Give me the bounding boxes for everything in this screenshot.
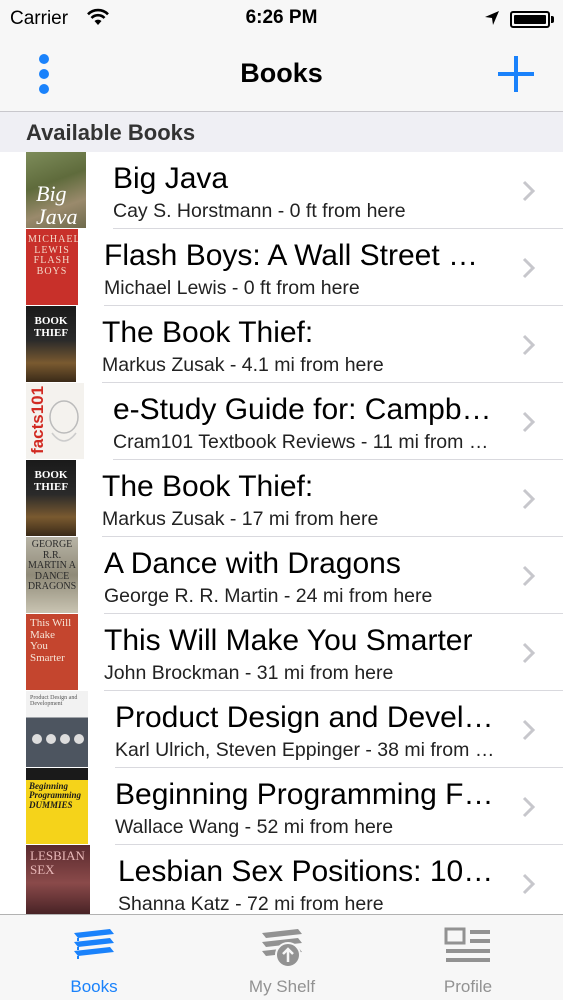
battery-tip — [551, 16, 554, 23]
tab-profile-label: Profile — [443, 977, 493, 996]
battery-icon — [510, 11, 550, 28]
cover-text: GEORGE R.R. MARTIN A DANCE DRAGONS — [27, 539, 77, 592]
chevron-right-icon — [522, 257, 536, 279]
book-subtitle: Cay S. Horstmann - 0 ft from here — [113, 200, 406, 222]
page-title: Books — [240, 58, 323, 88]
book-subtitle: Karl Ulrich, Steven Eppinger - 38 mi fro… — [115, 739, 500, 761]
book-row[interactable]: MICHAEL LEWIS FLASH BOYS Flash Boys: A W… — [0, 229, 563, 306]
cover-text: This Will Make You Smarter — [30, 617, 72, 664]
chevron-right-icon — [522, 565, 536, 587]
cover-text: LESBIAN SEX — [30, 848, 85, 877]
chevron-right-icon — [522, 334, 536, 356]
chevron-right-icon — [522, 180, 536, 202]
section-header-label: Available Books — [26, 120, 196, 145]
book-row[interactable]: facts101 e-Study Guide for: Campbell Bio… — [0, 383, 563, 460]
tab-books[interactable]: Books — [24, 915, 164, 1001]
book-cover: BOOK THIEF — [26, 306, 76, 382]
book-title: Beginning Programming For Dummies — [115, 778, 495, 811]
book-cover: facts101 — [26, 383, 84, 459]
book-row[interactable]: Product Design and Development Product D… — [0, 691, 563, 768]
book-subtitle: John Brockman - 31 mi from here — [104, 662, 394, 684]
cover-dots — [32, 734, 84, 744]
book-cover: This Will Make You Smarter — [26, 614, 78, 690]
book-subtitle: Wallace Wang - 52 mi from here — [115, 816, 394, 838]
cover-text: Product Design and Development — [30, 695, 78, 708]
book-cover: MICHAEL LEWIS FLASH BOYS — [26, 229, 78, 305]
books-stack-icon — [74, 929, 114, 959]
book-row[interactable]: Beginning Programming DUMMIES Beginning … — [0, 768, 563, 845]
cover-sketch — [49, 400, 79, 442]
tab-books-label: Books — [70, 977, 118, 996]
chevron-right-icon — [522, 411, 536, 433]
book-title: Big Java — [113, 162, 229, 195]
book-subtitle: Shanna Katz - 72 mi from here — [118, 893, 384, 914]
cover-text: BOOK THIEF — [33, 315, 69, 339]
book-row[interactable]: Big Java Big Java Cay S. Horstmann - 0 f… — [0, 152, 563, 229]
book-list[interactable]: Big Java Big Java Cay S. Horstmann - 0 f… — [0, 152, 563, 914]
book-cover: Beginning Programming DUMMIES — [26, 768, 88, 844]
book-title: The Book Thief: — [102, 316, 314, 349]
book-title: The Book Thief: — [102, 470, 314, 503]
cover-text: Beginning Programming DUMMIES — [29, 781, 82, 810]
book-row[interactable]: LESBIAN SEX Lesbian Sex Positions: 100 W… — [0, 845, 563, 914]
status-bar: Carrier 6:26 PM — [0, 0, 563, 38]
tab-bar: Books My Shelf Profile — [0, 914, 563, 1000]
section-header: Available Books — [0, 112, 563, 152]
cover-text: MICHAEL LEWIS FLASH BOYS — [28, 234, 78, 277]
chevron-right-icon — [522, 796, 536, 818]
book-cover: LESBIAN SEX — [26, 845, 90, 914]
book-cover: Big Java — [26, 152, 86, 228]
book-row[interactable]: This Will Make You Smarter This Will Mak… — [0, 614, 563, 691]
cover-band — [26, 768, 88, 780]
book-title: Lesbian Sex Positions: 100 Ways — [118, 855, 498, 888]
chevron-right-icon — [522, 488, 536, 510]
book-title: A Dance with Dragons — [104, 547, 401, 580]
shelf-upload-icon — [262, 929, 302, 968]
chevron-right-icon — [522, 719, 536, 741]
cover-text: BOOK THIEF — [33, 469, 69, 493]
book-subtitle: Cram101 Textbook Reviews - 11 mi from he… — [113, 431, 498, 453]
status-time: 6:26 PM — [245, 7, 318, 28]
book-row[interactable]: GEORGE R.R. MARTIN A DANCE DRAGONS A Dan… — [0, 537, 563, 614]
book-subtitle: Michael Lewis - 0 ft from here — [104, 277, 360, 299]
book-title: e-Study Guide for: Campbell Biology — [113, 393, 503, 426]
book-subtitle: George R. R. Martin - 24 mi from here — [104, 585, 433, 607]
tab-my-shelf-label: My Shelf — [248, 977, 316, 996]
location-arrow-icon — [484, 10, 500, 32]
book-cover: BOOK THIEF — [26, 460, 76, 536]
tab-profile[interactable]: Profile — [398, 915, 538, 1001]
plus-icon[interactable] — [494, 52, 538, 96]
cover-text: Big Java — [36, 181, 78, 228]
book-subtitle: Markus Zusak - 4.1 mi from here — [102, 354, 384, 376]
chevron-right-icon — [522, 873, 536, 895]
book-row[interactable]: BOOK THIEF The Book Thief: Markus Zusak … — [0, 306, 563, 383]
book-row[interactable]: BOOK THIEF The Book Thief: Markus Zusak … — [0, 460, 563, 537]
book-title: This Will Make You Smarter — [104, 624, 473, 657]
chevron-right-icon — [522, 642, 536, 664]
book-cover: Product Design and Development — [26, 691, 88, 767]
tab-my-shelf[interactable]: My Shelf — [212, 915, 352, 1001]
book-title: Product Design and Development — [115, 701, 495, 734]
book-title: Flash Boys: A Wall Street Revolt — [104, 239, 499, 272]
profile-card-icon — [444, 927, 490, 962]
book-cover: GEORGE R.R. MARTIN A DANCE DRAGONS — [26, 537, 78, 613]
book-subtitle: Markus Zusak - 17 mi from here — [102, 508, 379, 530]
navigation-bar: Books — [0, 38, 563, 112]
